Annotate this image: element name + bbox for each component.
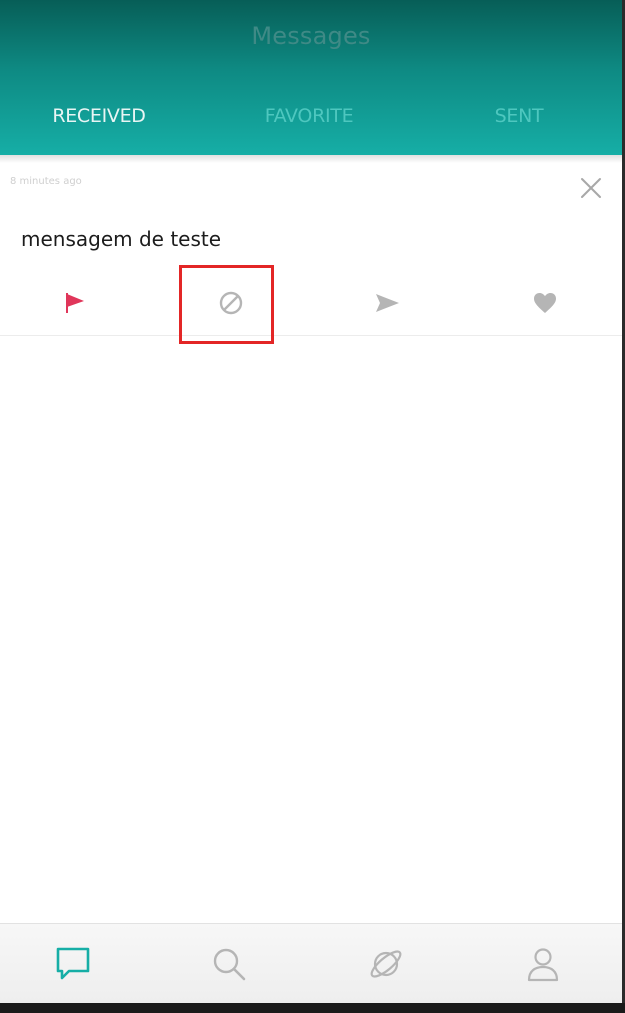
chat-icon: [56, 947, 90, 980]
message-timestamp: 8 minutes ago: [10, 176, 82, 187]
header-shadow: [0, 155, 622, 163]
search-icon: [213, 948, 246, 981]
highlight-box: [179, 265, 274, 344]
tab-favorite[interactable]: FAVORITE: [229, 105, 389, 127]
page-title: Messages: [251, 22, 371, 50]
message-text: mensagem de teste: [21, 227, 222, 251]
tab-sent[interactable]: SENT: [439, 105, 599, 127]
flag-button[interactable]: [57, 286, 91, 320]
messages-screen: Messages RECEIVED FAVORITE SENT 8 minute…: [0, 0, 625, 1013]
reply-button[interactable]: [370, 286, 404, 320]
favorite-button[interactable]: [528, 286, 562, 320]
heart-icon: [534, 293, 556, 313]
tab-received[interactable]: RECEIVED: [19, 105, 179, 127]
user-icon: [527, 948, 559, 982]
flag-icon: [66, 293, 84, 313]
send-icon: [376, 294, 399, 312]
app-header: Messages RECEIVED FAVORITE SENT: [0, 0, 622, 155]
system-bar: [0, 1003, 625, 1013]
close-icon: [581, 178, 601, 198]
close-button[interactable]: [576, 173, 606, 203]
message-card: 8 minutes ago mensagem de teste: [0, 163, 622, 336]
nav-explore[interactable]: [364, 942, 408, 986]
nav-messages[interactable]: [51, 942, 95, 986]
planet-icon: [370, 950, 402, 978]
nav-profile[interactable]: [521, 942, 565, 986]
bottom-nav: [0, 923, 622, 1004]
nav-search[interactable]: [207, 942, 251, 986]
